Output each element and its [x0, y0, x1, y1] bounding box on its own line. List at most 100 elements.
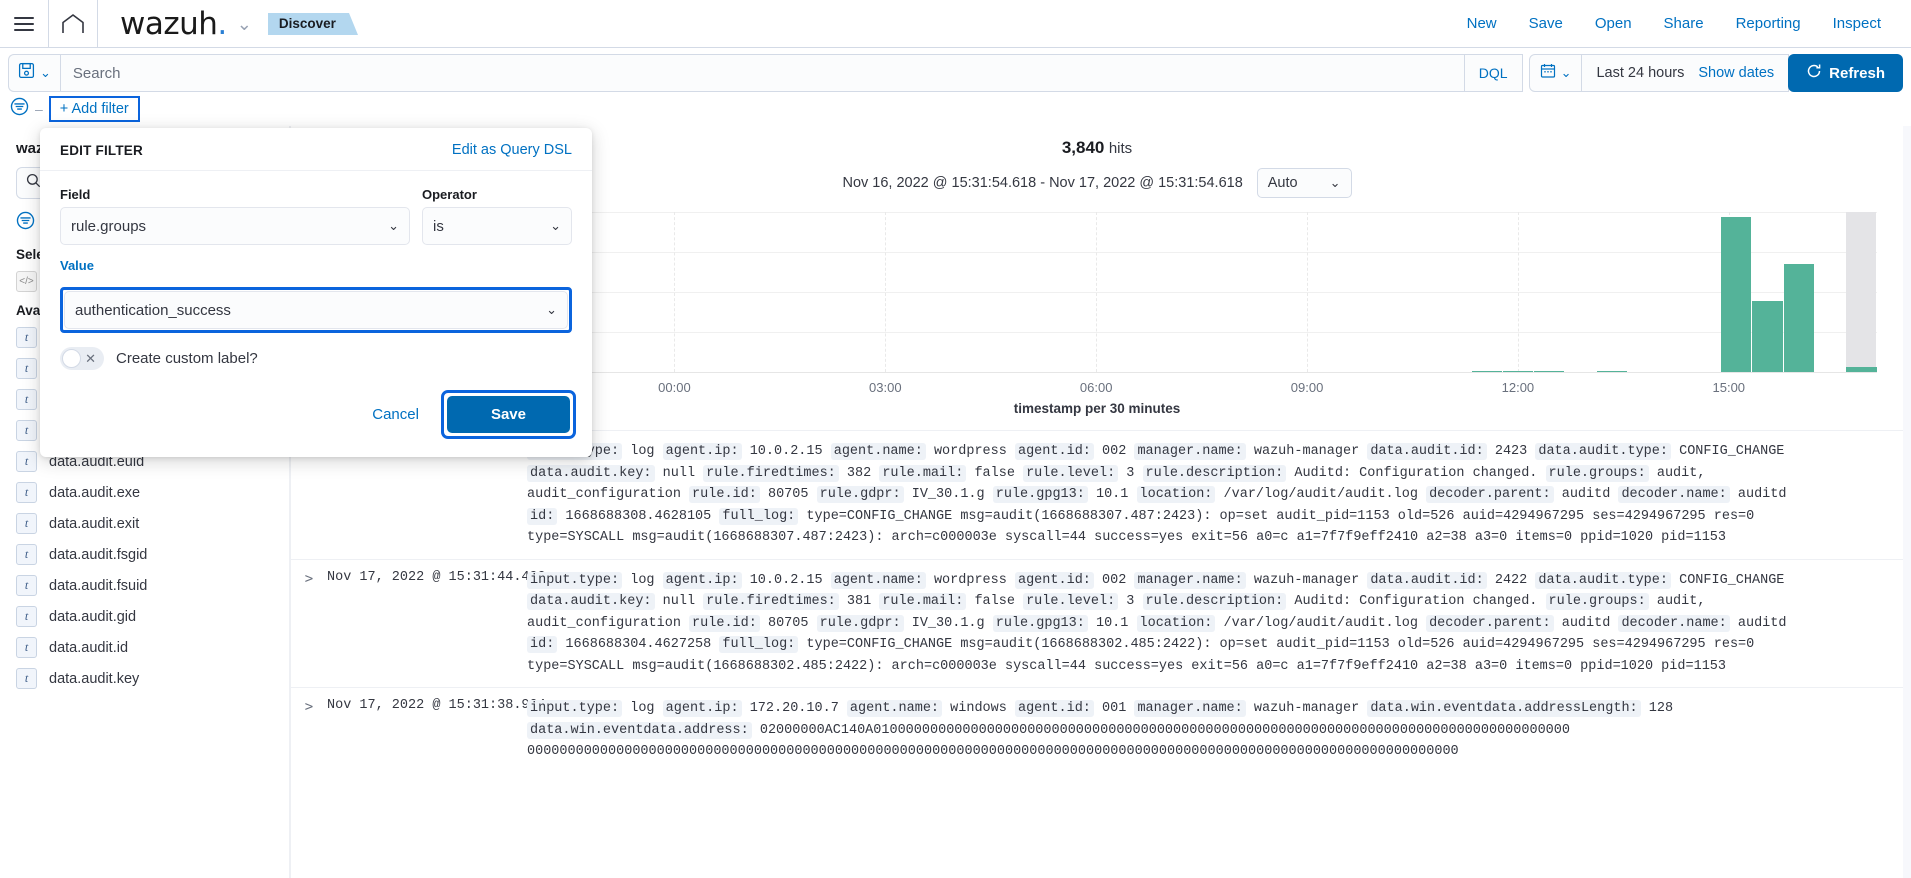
- chevron-down-icon[interactable]: ⌄: [237, 15, 252, 33]
- document-line: type=SYSCALL msg=audit(1668688302.485:24…: [527, 656, 1889, 678]
- field-value: Auditd: Configuration changed.: [1294, 594, 1538, 609]
- field-value: type=SYSCALL msg=audit(1668688307.487:24…: [527, 530, 1726, 545]
- field-select-value: rule.groups: [71, 217, 147, 235]
- show-dates-button[interactable]: Show dates: [1698, 65, 1788, 81]
- filter-globe-icon[interactable]: [10, 97, 29, 121]
- nav-link-new[interactable]: New: [1467, 15, 1497, 32]
- brand-logo[interactable]: wazuh. ⌄: [98, 6, 252, 42]
- field-value: 1668688308.4628105: [565, 508, 712, 524]
- nav-link-open[interactable]: Open: [1595, 15, 1632, 32]
- field-row[interactable]: t data.audit.gid: [0, 601, 289, 632]
- field-key: agent.name:: [846, 700, 943, 717]
- field-row[interactable]: t data.audit.exit: [0, 508, 289, 539]
- field-value: 002: [1102, 444, 1127, 459]
- dql-language-button[interactable]: DQL: [1463, 55, 1522, 91]
- field-value: CONFIG_CHANGE: [1679, 444, 1785, 459]
- field-key: rule.description:: [1142, 593, 1287, 610]
- brand-name: wazuh.: [120, 5, 227, 42]
- histogram-bar[interactable]: [1846, 212, 1877, 372]
- nav-link-share[interactable]: Share: [1664, 15, 1704, 32]
- table-row: > Nov 17, 2022 @ 15:31:44.499 input.type: …: [291, 558, 1903, 688]
- field-value: 80705: [767, 487, 809, 502]
- string-type-icon: t: [16, 668, 37, 689]
- string-type-icon: t: [16, 327, 37, 348]
- calendar-icon: [1540, 62, 1556, 84]
- source-type-icon: </>: [16, 271, 37, 292]
- home-button[interactable]: [49, 0, 97, 47]
- field-select[interactable]: rule.groups ⌄: [60, 207, 410, 245]
- field-key: rule.firedtimes:: [703, 464, 839, 482]
- calendar-quick-select-button[interactable]: ⌄: [1530, 55, 1583, 91]
- operator-select[interactable]: is ⌄: [422, 207, 572, 245]
- save-disk-icon: [18, 62, 35, 84]
- refresh-button[interactable]: Refresh: [1788, 54, 1903, 92]
- field-value: IV_30.1.g: [911, 487, 985, 502]
- field-key: agent.ip:: [662, 700, 742, 717]
- filter-bar-row: – + Add filter: [0, 92, 1911, 126]
- x-axis-tick: 12:00: [1501, 380, 1535, 395]
- document-timestamp: Nov 17, 2022 @ 15:31:38.904: [327, 698, 546, 713]
- field-row[interactable]: t data.audit.exe: [0, 477, 289, 508]
- value-label: Value: [60, 258, 94, 273]
- field-value: wordpress: [933, 444, 1007, 459]
- date-range-text[interactable]: Last 24 hours: [1582, 65, 1698, 81]
- field-row[interactable]: t data.audit.key: [0, 663, 289, 694]
- field-value: type=SYSCALL msg=audit(1668688302.485:24…: [527, 658, 1726, 674]
- expand-row-button[interactable]: >: [291, 570, 327, 678]
- value-select[interactable]: authentication_success ⌄: [64, 291, 568, 329]
- string-type-icon: t: [16, 544, 37, 565]
- field-value: type=CONFIG_CHANGE msg=audit(1668688307.…: [806, 508, 1755, 524]
- field-value: audit,: [1656, 594, 1706, 609]
- search-input[interactable]: [60, 64, 1464, 82]
- field-key: data.audit.type:: [1535, 571, 1671, 589]
- field-name: data.audit.key: [49, 670, 140, 687]
- field-value: 128: [1648, 701, 1674, 716]
- hamburger-menu-button[interactable]: [0, 0, 48, 47]
- expand-row-button[interactable]: >: [291, 441, 327, 549]
- string-type-icon: t: [16, 358, 37, 379]
- field-key: rule.id:: [689, 614, 760, 632]
- field-key: data.win.eventdata.address:: [527, 721, 752, 739]
- field-row[interactable]: t data.audit.fsgid: [0, 539, 289, 570]
- field-value: log: [630, 701, 655, 716]
- field-value: 0000000000000000000000000000000000000000…: [527, 744, 1459, 759]
- cancel-button[interactable]: Cancel: [350, 406, 441, 423]
- nav-link-reporting[interactable]: Reporting: [1736, 15, 1801, 32]
- expand-row-button[interactable]: >: [291, 698, 327, 763]
- field-key: manager.name:: [1134, 700, 1246, 717]
- histogram-bar[interactable]: [1783, 263, 1814, 372]
- nav-link-inspect[interactable]: Inspect: [1833, 15, 1881, 32]
- saved-query-button[interactable]: ⌄: [8, 54, 60, 92]
- custom-label-text: Create custom label?: [116, 350, 258, 367]
- field-value: 381: [846, 594, 872, 609]
- discover-page: wazuh. ⌄ Discover New Save Open Share Re…: [0, 0, 1911, 878]
- operator-select-value: is: [433, 217, 444, 235]
- field-key: rule.level:: [1023, 593, 1119, 610]
- field-row[interactable]: t data.audit.id: [0, 632, 289, 663]
- field-row[interactable]: t data.audit.fsuid: [0, 570, 289, 601]
- field-value: wazuh-manager: [1253, 572, 1360, 588]
- field-name: data.audit.fsuid: [49, 577, 148, 594]
- tab-discover[interactable]: Discover: [267, 12, 358, 35]
- save-button[interactable]: Save: [446, 396, 570, 433]
- histogram-bar[interactable]: [1721, 217, 1752, 372]
- field-value: auditd: [1737, 487, 1787, 502]
- save-focus-ring: Save: [440, 390, 576, 439]
- edit-filter-popover: EDIT FILTER Edit as Query DSL Field rule…: [40, 128, 592, 457]
- nav-link-save[interactable]: Save: [1529, 15, 1563, 32]
- field-value: /var/log/audit/audit.log: [1223, 615, 1418, 631]
- field-name: data.audit.exit: [49, 515, 140, 532]
- custom-label-toggle[interactable]: ✕: [60, 347, 104, 370]
- field-key: rule.description:: [1142, 464, 1287, 482]
- interval-select[interactable]: Auto ⌄: [1256, 168, 1352, 198]
- field-key: rule.id:: [689, 486, 760, 503]
- histogram-bar[interactable]: [1752, 300, 1783, 372]
- field-key: rule.mail:: [879, 593, 967, 610]
- string-type-icon: t: [16, 575, 37, 596]
- edit-as-query-dsl-link[interactable]: Edit as Query DSL: [452, 142, 572, 158]
- x-axis-tick: 09:00: [1290, 380, 1324, 395]
- add-filter-button[interactable]: + Add filter: [48, 96, 140, 122]
- field-key: rule.firedtimes:: [703, 593, 839, 610]
- value-focus-ring: authentication_success ⌄: [60, 287, 572, 333]
- document-line: input.type: log agent.ip: 172.20.10.7 ag…: [527, 698, 1889, 720]
